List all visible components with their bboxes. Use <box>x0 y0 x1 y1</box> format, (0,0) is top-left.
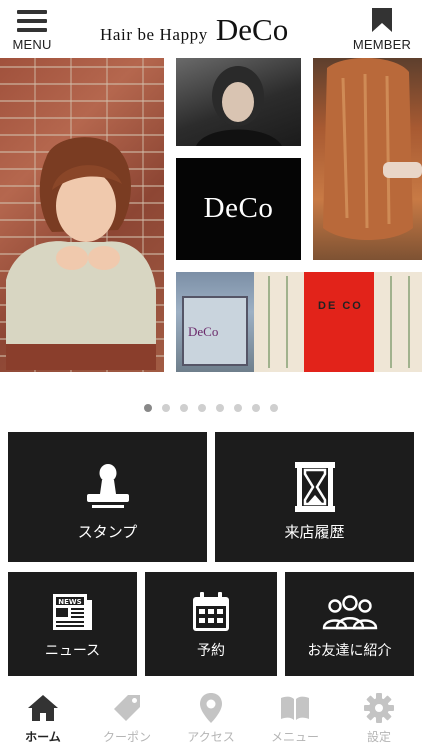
shop-sign-text: DE CO <box>318 300 363 312</box>
gear-icon <box>364 693 394 723</box>
model-illustration <box>6 137 156 370</box>
tab-access-label: アクセス <box>187 730 235 744</box>
tab-settings[interactable]: 設定 <box>337 684 421 750</box>
stamp-label: スタンプ <box>77 523 138 541</box>
hairstyle-photo-dark <box>176 58 301 146</box>
carousel-dot[interactable] <box>144 404 152 412</box>
tab-home-label: ホーム <box>25 730 61 744</box>
logo-name: DeCo <box>215 12 289 47</box>
home-icon <box>28 695 58 721</box>
carousel-dot[interactable] <box>234 404 242 412</box>
carousel-pagination[interactable] <box>0 404 422 416</box>
carousel-dot[interactable] <box>270 404 278 412</box>
reservation-label: 予約 <box>197 643 225 659</box>
tab-menu-label: メニュー <box>270 730 319 744</box>
menu-button[interactable]: MENU <box>8 8 56 52</box>
refer-friend-button[interactable]: お友達に紹介 <box>285 572 414 676</box>
reservation-button[interactable]: 予約 <box>145 572 277 676</box>
visit-history-label: 来店履歴 <box>284 523 345 541</box>
tab-access[interactable]: アクセス <box>169 684 253 750</box>
member-label: MEMBER <box>352 37 412 52</box>
tab-settings-label: 設定 <box>366 730 391 744</box>
hourglass-icon <box>294 462 335 512</box>
menu-label: MENU <box>12 37 52 52</box>
tab-coupon[interactable]: クーポン <box>85 684 169 750</box>
shop-window-text: DeCo <box>188 324 219 339</box>
long-hair-photo <box>313 58 422 260</box>
logo-tagline: Hair be Happy <box>100 25 208 44</box>
bookmark-icon <box>372 8 392 32</box>
visit-history-button[interactable]: 来店履歴 <box>215 432 414 562</box>
carousel-dot[interactable] <box>198 404 206 412</box>
news-label: ニュース <box>44 643 101 659</box>
news-button[interactable]: NEWS ニュース <box>8 572 137 676</box>
bottom-tab-bar: ホーム クーポン アクセス メニュー 設定 <box>0 684 422 750</box>
newspaper-icon: NEWS <box>52 594 92 630</box>
logo-tile-text: DeCo <box>203 192 274 224</box>
shop-front-photo: DeCo DE CO <box>176 272 422 372</box>
app-logo: Hair be Happy DeCo <box>100 12 289 47</box>
stamp-button[interactable]: スタンプ <box>8 432 207 562</box>
carousel-dot[interactable] <box>180 404 188 412</box>
app-header: MENU Hair be Happy DeCo MEMBER <box>0 0 422 56</box>
image-carousel[interactable]: DeCo DeCo DE CO <box>0 56 422 374</box>
tab-home[interactable]: ホーム <box>1 684 85 750</box>
tab-menu[interactable]: メニュー <box>253 684 337 750</box>
map-pin-icon <box>200 693 222 723</box>
calendar-icon <box>193 592 229 631</box>
svg-text:NEWS: NEWS <box>58 598 81 606</box>
carousel-dot[interactable] <box>216 404 224 412</box>
tag-icon <box>114 695 140 721</box>
logo-tile: DeCo <box>176 158 301 260</box>
model-photo <box>0 58 164 372</box>
tab-coupon-label: クーポン <box>102 730 151 744</box>
refer-friend-label: お友達に紹介 <box>307 643 392 659</box>
book-icon <box>281 696 309 720</box>
hamburger-icon <box>17 10 47 32</box>
carousel-dot[interactable] <box>252 404 260 412</box>
app-screen: MENU Hair be Happy DeCo MEMBER DeCo DeCo… <box>0 0 422 750</box>
carousel-dot[interactable] <box>162 404 170 412</box>
stamp-icon <box>86 464 129 508</box>
member-button[interactable]: MEMBER <box>350 8 414 52</box>
people-icon <box>322 595 377 630</box>
